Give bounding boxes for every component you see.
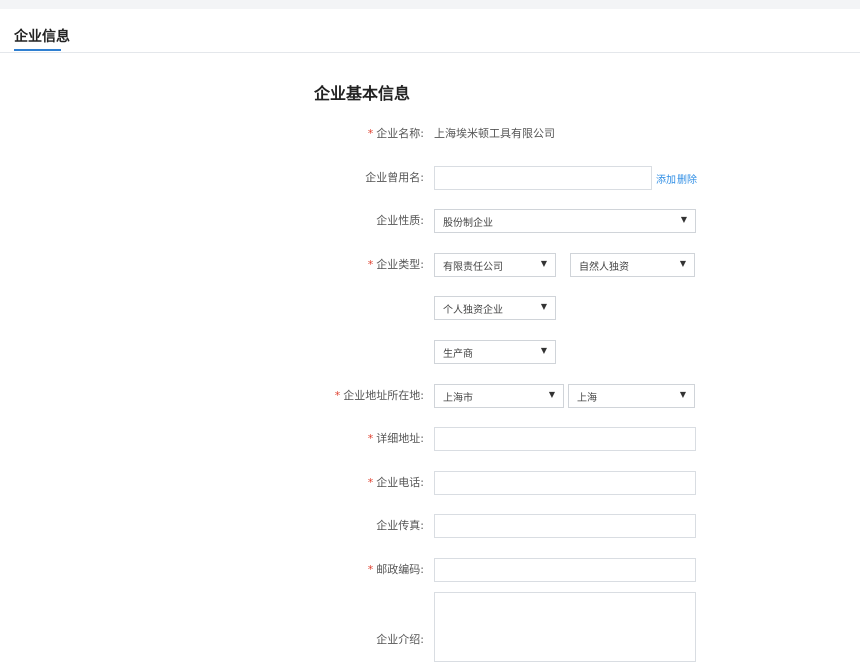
chevron-down-icon: ▼	[679, 390, 686, 399]
required-mark: *	[367, 432, 374, 445]
company-nature-select[interactable]: 股份制企业 ▼	[434, 209, 696, 233]
company-name-label: * 企业名称:	[367, 127, 424, 140]
company-phone-input[interactable]	[434, 471, 696, 495]
chevron-down-icon: ▼	[540, 259, 547, 268]
company-fax-label: 企业传真:	[376, 519, 424, 532]
postal-code-input[interactable]	[434, 558, 696, 582]
chevron-down-icon: ▼	[540, 346, 547, 355]
company-type-label: * 企业类型:	[367, 258, 424, 271]
company-intro-label: 企业介绍:	[376, 633, 424, 646]
company-intro-textarea[interactable]	[434, 592, 696, 662]
detail-address-input[interactable]	[434, 427, 696, 451]
company-name-value: 上海埃米顿工具有限公司	[434, 127, 555, 140]
add-former-name-link[interactable]: 添加	[656, 171, 676, 186]
company-type-select-2[interactable]: 自然人独资 ▼	[570, 253, 695, 277]
city-select[interactable]: 上海市 ▼	[434, 384, 564, 408]
company-nature-selected: 股份制企业	[443, 218, 493, 229]
company-phone-label: * 企业电话:	[367, 476, 424, 489]
required-mark: *	[367, 476, 374, 489]
chevron-down-icon: ▼	[679, 259, 686, 268]
chevron-down-icon: ▼	[548, 390, 555, 399]
required-mark: *	[334, 389, 341, 402]
company-nature-label: 企业性质:	[376, 214, 424, 227]
company-type-select-4[interactable]: 生产商 ▼	[434, 340, 556, 364]
tab-company-info[interactable]: 企业信息	[14, 26, 70, 46]
company-location-label: * 企业地址所在地:	[334, 389, 424, 402]
top-strip	[0, 0, 860, 9]
chevron-down-icon: ▼	[680, 215, 687, 224]
postal-code-label: * 邮政编码:	[367, 563, 424, 576]
company-type-select-1[interactable]: 有限责任公司 ▼	[434, 253, 556, 277]
section-title: 企业基本信息	[314, 84, 411, 103]
required-mark: *	[367, 563, 374, 576]
chevron-down-icon: ▼	[540, 302, 547, 311]
former-name-label: 企业曾用名:	[365, 171, 424, 184]
company-type-select-3[interactable]: 个人独资企业 ▼	[434, 296, 556, 320]
tab-active-indicator	[14, 49, 61, 51]
required-mark: *	[367, 127, 374, 140]
detail-address-label: * 详细地址:	[367, 432, 424, 445]
company-fax-input[interactable]	[434, 514, 696, 538]
district-select[interactable]: 上海 ▼	[568, 384, 695, 408]
delete-former-name-link[interactable]: 删除	[677, 171, 697, 186]
tab-bar: 企业信息	[0, 9, 860, 53]
former-name-input[interactable]	[434, 166, 652, 190]
required-mark: *	[367, 258, 374, 271]
